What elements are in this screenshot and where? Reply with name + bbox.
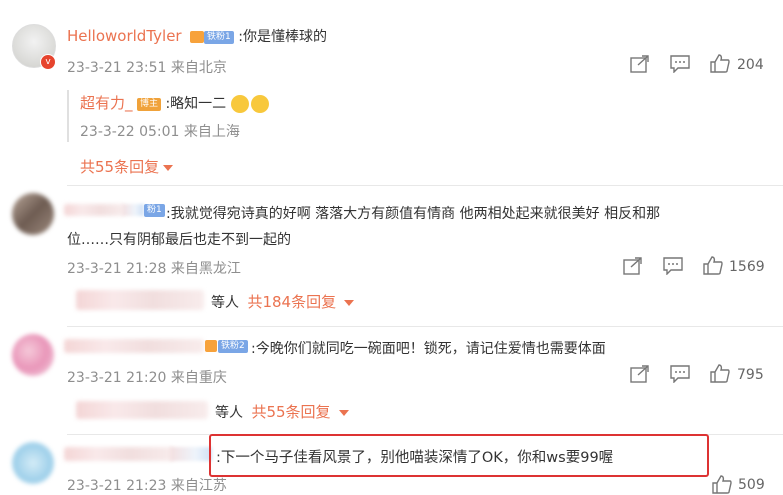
share-icon[interactable] [630, 365, 650, 383]
comment-time: 23-3-21 21:23 来自江苏 [67, 478, 227, 494]
username[interactable]: HelloworldTyler [67, 27, 182, 45]
crown-icon [205, 340, 217, 352]
divider [67, 185, 783, 186]
blurred-username [122, 204, 144, 216]
like-count: 509 [738, 477, 765, 493]
blogger-badge: 博主 [136, 97, 161, 111]
avatar[interactable] [12, 442, 54, 484]
reply-text: :略知一二 [165, 96, 227, 112]
comment-header: HelloworldTyler 铁粉1 :你是懂棒球的 [67, 26, 327, 46]
emoji-icon [230, 95, 249, 113]
crown-icon [190, 31, 205, 43]
avatar[interactable] [12, 193, 54, 235]
verified-icon: v [40, 54, 56, 70]
blurred-replier-names [76, 290, 204, 310]
blurred-username [64, 204, 124, 216]
fan-badge: 铁粉2 [218, 340, 248, 353]
like-icon[interactable] [710, 364, 730, 383]
comment-icon[interactable] [670, 55, 690, 73]
reply-username[interactable]: 超有力_ [80, 94, 133, 112]
comment-text: :我就觉得宛诗真的好啊 落落大方有颜值有情商 他两相处起来就很美好 相反和那 [166, 206, 661, 222]
comment-time: 23-3-21 21:28 来自黑龙江 [67, 261, 241, 277]
comment-text: :今晚你们就同吃一碗面吧！锁死，请记住爱情也需要体面 [251, 341, 606, 357]
comment-time: 23-3-21 21:20 来自重庆 [67, 370, 227, 386]
caret-down-icon [344, 300, 355, 306]
comment-icon[interactable] [670, 365, 690, 383]
like-icon[interactable] [703, 256, 723, 275]
like-count: 795 [737, 367, 764, 383]
like-icon[interactable] [710, 54, 730, 73]
more-replies-label: 共55条回复 [80, 158, 160, 176]
blurred-username [64, 339, 204, 353]
fan-badge: 粉1 [144, 204, 165, 217]
replies-count: 共184条回复 [247, 293, 337, 311]
divider [67, 326, 783, 327]
comment-text-cont: 位……只有阴郁最后也走不到一起的 [67, 232, 291, 248]
like-icon[interactable] [712, 475, 732, 494]
like-count: 204 [737, 57, 764, 73]
blurred-badge [170, 447, 212, 461]
comment-text: :下一个马子佳看风景了，别他喵装深情了OK，你和ws要99喔 [216, 450, 614, 466]
blurred-username [64, 447, 174, 461]
comment-icon[interactable] [663, 257, 683, 275]
caret-down-icon [163, 164, 174, 171]
avatar[interactable] [12, 334, 54, 376]
reply-time: 23-3-22 05:01 来自上海 [80, 124, 240, 140]
share-icon[interactable] [623, 257, 643, 275]
more-replies-link[interactable]: 共55条回复 [80, 156, 174, 177]
comment-time: 23-3-21 23:51 来自北京 [67, 60, 227, 76]
replies-summary[interactable]: 等人 共184条回复 [211, 291, 355, 312]
replies-count: 共55条回复 [251, 403, 331, 421]
fan-badge: 铁粉1 [204, 30, 234, 44]
blurred-replier-names [76, 401, 208, 419]
emoji-icon [250, 95, 269, 113]
reply-header: 超有力_ 博主 :略知一二 [80, 92, 269, 113]
caret-down-icon [338, 410, 349, 416]
comment-text: :你是懂棒球的 [238, 29, 327, 45]
replies-prefix: 等人 [211, 295, 239, 311]
replies-summary[interactable]: 等人 共55条回复 [215, 401, 349, 422]
reply-bar [67, 90, 69, 142]
like-count: 1569 [729, 259, 765, 275]
share-icon[interactable] [630, 55, 650, 73]
replies-prefix: 等人 [215, 405, 243, 421]
